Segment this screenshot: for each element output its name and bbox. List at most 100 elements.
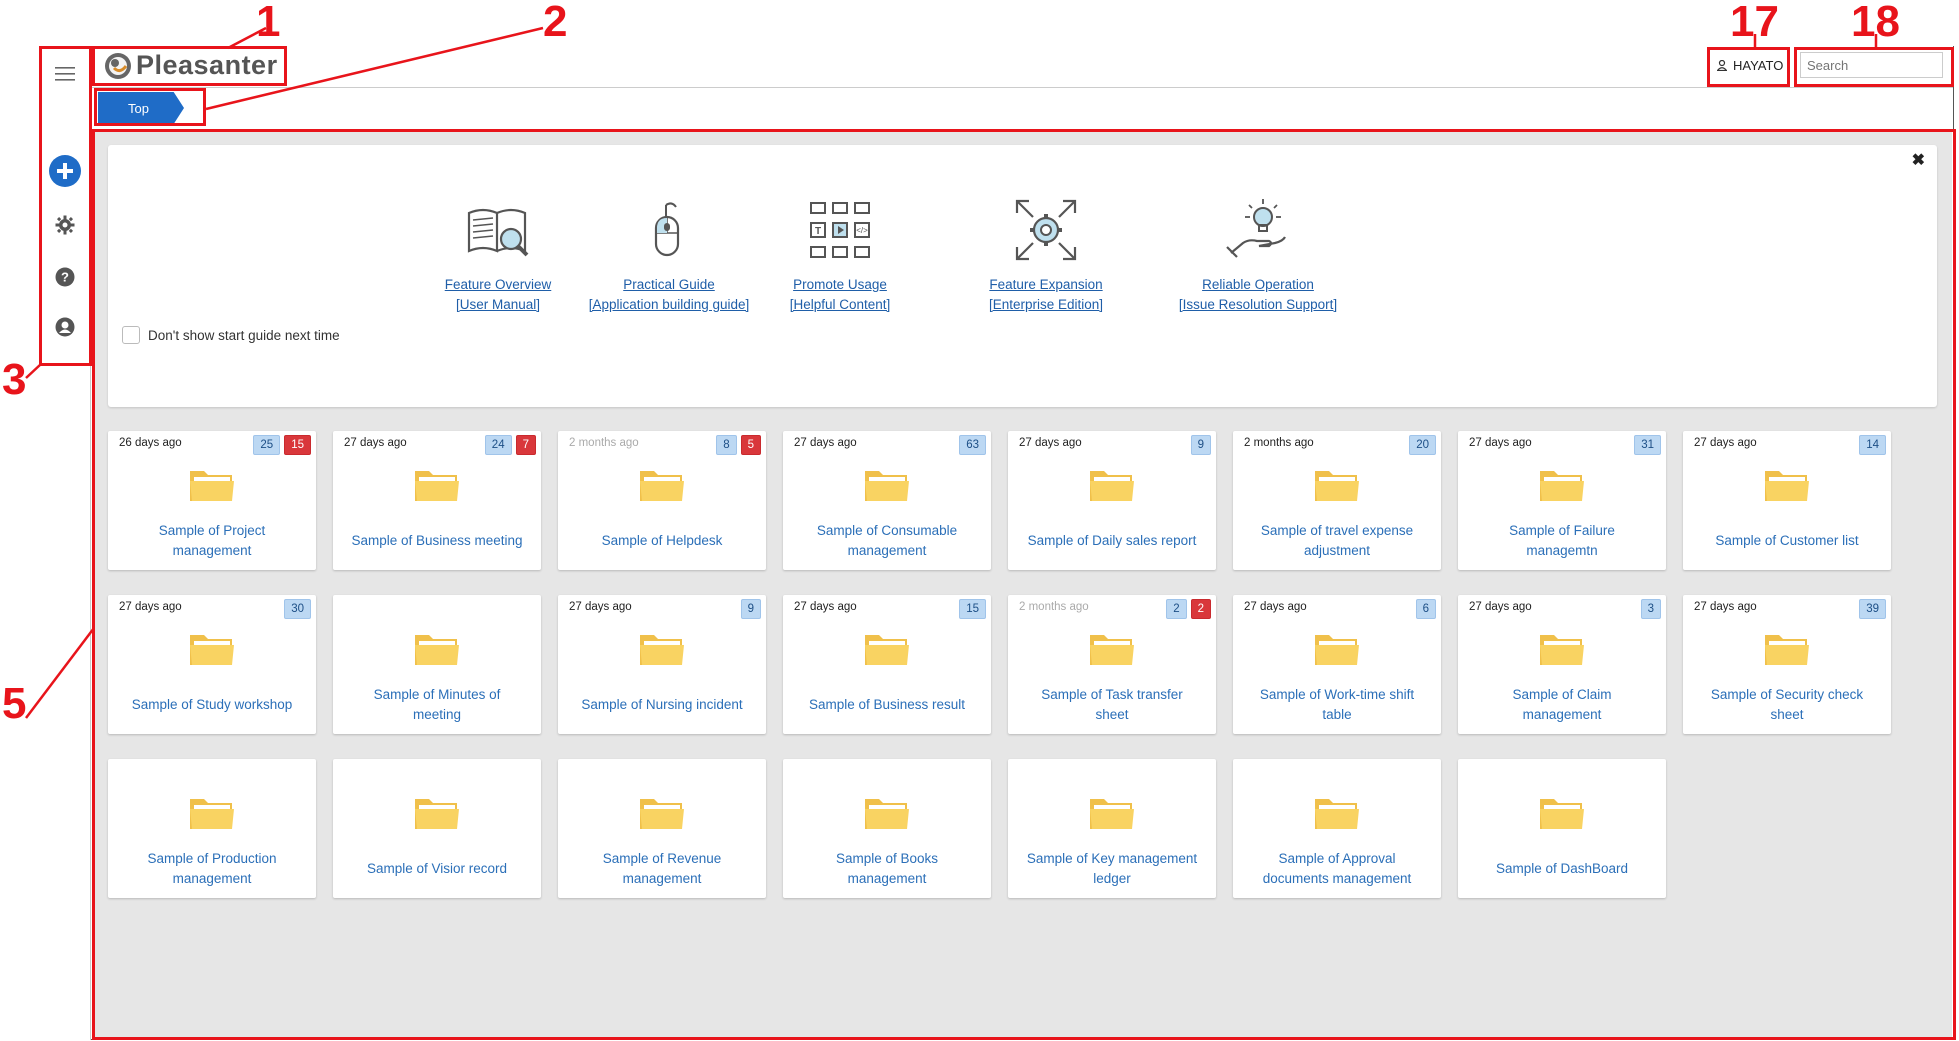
site-title[interactable]: Sample of Visior record <box>337 859 537 879</box>
site-card[interactable]: 2 months ago 8 5 Sample of Helpdesk <box>558 431 766 570</box>
site-card[interactable]: Sample of Visior record <box>333 759 541 898</box>
site-badges: 15 <box>959 599 986 619</box>
site-updated-time: 27 days ago <box>1694 601 1757 613</box>
site-title[interactable]: Sample of Project management <box>112 521 312 561</box>
site-title[interactable]: Sample of DashBoard <box>1462 859 1662 879</box>
user-account-icon[interactable] <box>39 316 91 338</box>
item-count-badge: 6 <box>1415 599 1436 619</box>
site-title[interactable]: Sample of Claim management <box>1462 685 1662 725</box>
dont-show-guide-option[interactable]: Don't show start guide next time <box>122 326 340 344</box>
site-title[interactable]: Sample of Approval documents management <box>1237 849 1437 889</box>
site-title[interactable]: Sample of Work-time shift table <box>1237 685 1437 725</box>
settings-gear-icon[interactable] <box>39 214 91 236</box>
site-title-line1: Sample of Project <box>158 523 266 538</box>
site-title[interactable]: Sample of Key management ledger <box>1012 849 1212 889</box>
site-card[interactable]: 27 days ago 14 Sample of Customer list <box>1683 431 1891 570</box>
site-title[interactable]: Sample of Revenue management <box>562 849 762 889</box>
site-card[interactable]: 27 days ago 3 Sample of Claim management <box>1458 595 1666 734</box>
site-card[interactable]: 2 months ago 2 2 Sample of Task transfer she… <box>1008 595 1216 734</box>
guide-link-line2[interactable]: [Enterprise Edition] <box>976 295 1116 315</box>
item-count-badge: 20 <box>1409 435 1436 455</box>
site-title-line1: Sample of Approval <box>1278 851 1396 866</box>
folder-icon <box>1313 629 1361 669</box>
site-card[interactable]: Sample of Production management <box>108 759 316 898</box>
guide-item-reliable-operation[interactable]: Reliable Operation [Issue Resolution Sup… <box>1168 195 1348 315</box>
guide-link-line2[interactable]: [Issue Resolution Support] <box>1168 295 1348 315</box>
hamburger-menu-icon[interactable] <box>39 64 91 84</box>
site-card[interactable]: 26 days ago 25 15 Sample of Project manageme… <box>108 431 316 570</box>
close-guide-icon[interactable]: ✖ <box>1912 150 1925 170</box>
annotation-label-1: 1 <box>256 0 281 46</box>
site-card[interactable]: Sample of Approval documents management <box>1233 759 1441 898</box>
guide-link-line2[interactable]: [Application building guide] <box>584 295 754 315</box>
site-title[interactable]: Sample of Helpdesk <box>562 531 762 551</box>
site-card[interactable]: 27 days ago 31 Sample of Failure managemtn <box>1458 431 1666 570</box>
site-updated-time: 27 days ago <box>1244 601 1307 613</box>
site-badges: 6 <box>1415 599 1436 619</box>
guide-item-practical-guide[interactable]: Practical Guide [Application building gu… <box>584 195 754 315</box>
item-count-badge: 2 <box>1166 599 1187 619</box>
site-title[interactable]: Sample of Business result <box>787 695 987 715</box>
site-title[interactable]: Sample of Security check sheet <box>1687 685 1887 725</box>
site-card[interactable]: 27 days ago 15 Sample of Business result <box>783 595 991 734</box>
site-title[interactable]: Sample of Customer list <box>1687 531 1887 551</box>
site-updated-time: 27 days ago <box>1469 601 1532 613</box>
guide-item-feature-expansion[interactable]: Feature Expansion [Enterprise Edition] <box>976 195 1116 315</box>
site-title[interactable]: Sample of Failure managemtn <box>1462 521 1662 561</box>
site-badges: 14 <box>1859 435 1886 455</box>
site-card[interactable]: 27 days ago 39 Sample of Security check she… <box>1683 595 1891 734</box>
dont-show-checkbox[interactable] <box>122 326 140 344</box>
site-card[interactable]: 27 days ago 6 Sample of Work-time shift tab… <box>1233 595 1441 734</box>
site-title-line1: Sample of Minutes of <box>373 687 501 702</box>
site-title[interactable]: Sample of Task transfer sheet <box>1012 685 1212 725</box>
site-card[interactable]: Sample of Books management <box>783 759 991 898</box>
site-title-line2: management <box>172 871 252 886</box>
site-title[interactable]: Sample of Study workshop <box>112 695 312 715</box>
guide-link-line1[interactable]: Feature Overview <box>438 275 558 295</box>
site-card[interactable]: Sample of DashBoard <box>1458 759 1666 898</box>
site-card[interactable]: Sample of Minutes of meeting <box>333 595 541 734</box>
annotation-label-2: 2 <box>543 0 568 46</box>
guide-item-feature-overview[interactable]: Feature Overview [User Manual] <box>438 195 558 315</box>
guide-item-promote-usage[interactable]: T </> Promote Usage [Helpful Content] <box>780 195 900 315</box>
help-question-icon[interactable]: ? <box>39 266 91 288</box>
site-title[interactable]: Sample of Business meeting <box>337 531 537 551</box>
guide-link-line1[interactable]: Promote Usage <box>780 275 900 295</box>
folder-icon <box>1088 465 1136 505</box>
site-card[interactable]: Sample of Key management ledger <box>1008 759 1216 898</box>
guide-link-line2[interactable]: [Helpful Content] <box>780 295 900 315</box>
item-count-badge: 3 <box>1640 599 1661 619</box>
site-title[interactable]: Sample of Nursing incident <box>562 695 762 715</box>
user-menu[interactable]: HAYATO <box>1717 58 1783 73</box>
breadcrumb-top[interactable]: Top <box>98 92 184 124</box>
guide-link-line2[interactable]: [User Manual] <box>438 295 558 315</box>
site-card[interactable]: 27 days ago 63 Sample of Consumable managem… <box>783 431 991 570</box>
add-new-icon[interactable] <box>39 154 91 188</box>
site-card[interactable]: 27 days ago 9 Sample of Nursing incident <box>558 595 766 734</box>
guide-link-line1[interactable]: Feature Expansion <box>976 275 1116 295</box>
site-card[interactable]: 27 days ago 9 Sample of Daily sales report <box>1008 431 1216 570</box>
site-title[interactable]: Sample of Books management <box>787 849 987 889</box>
site-title[interactable]: Sample of Production management <box>112 849 312 889</box>
app-logo-text[interactable]: Pleasanter <box>136 50 278 81</box>
item-count-badge: 14 <box>1859 435 1886 455</box>
site-card[interactable]: Sample of Revenue management <box>558 759 766 898</box>
site-title[interactable]: Sample of Daily sales report <box>1012 531 1212 551</box>
site-card[interactable]: 27 days ago 24 7 Sample of Business meeting <box>333 431 541 570</box>
start-guide-panel: ✖ Feature Overview [User Manual] Practic… <box>108 145 1937 407</box>
guide-link-line1[interactable]: Reliable Operation <box>1168 275 1348 295</box>
overdue-count-badge: 15 <box>284 435 311 455</box>
site-title[interactable]: Sample of travel expense adjustment <box>1237 521 1437 561</box>
item-count-badge: 39 <box>1859 599 1886 619</box>
search-input[interactable] <box>1800 52 1943 78</box>
folder-icon <box>188 793 236 833</box>
breadcrumb-top-label: Top <box>128 100 149 116</box>
guide-link-line1[interactable]: Practical Guide <box>584 275 754 295</box>
site-title[interactable]: Sample of Consumable management <box>787 521 987 561</box>
site-card[interactable]: 27 days ago 30 Sample of Study workshop <box>108 595 316 734</box>
site-title-line1: Sample of Key management <box>1026 851 1198 866</box>
pleasanter-logo-icon[interactable] <box>104 52 132 80</box>
annotation-label-18: 18 <box>1851 0 1900 46</box>
site-title[interactable]: Sample of Minutes of meeting <box>337 685 537 725</box>
site-card[interactable]: 2 months ago 20 Sample of travel expense ad… <box>1233 431 1441 570</box>
